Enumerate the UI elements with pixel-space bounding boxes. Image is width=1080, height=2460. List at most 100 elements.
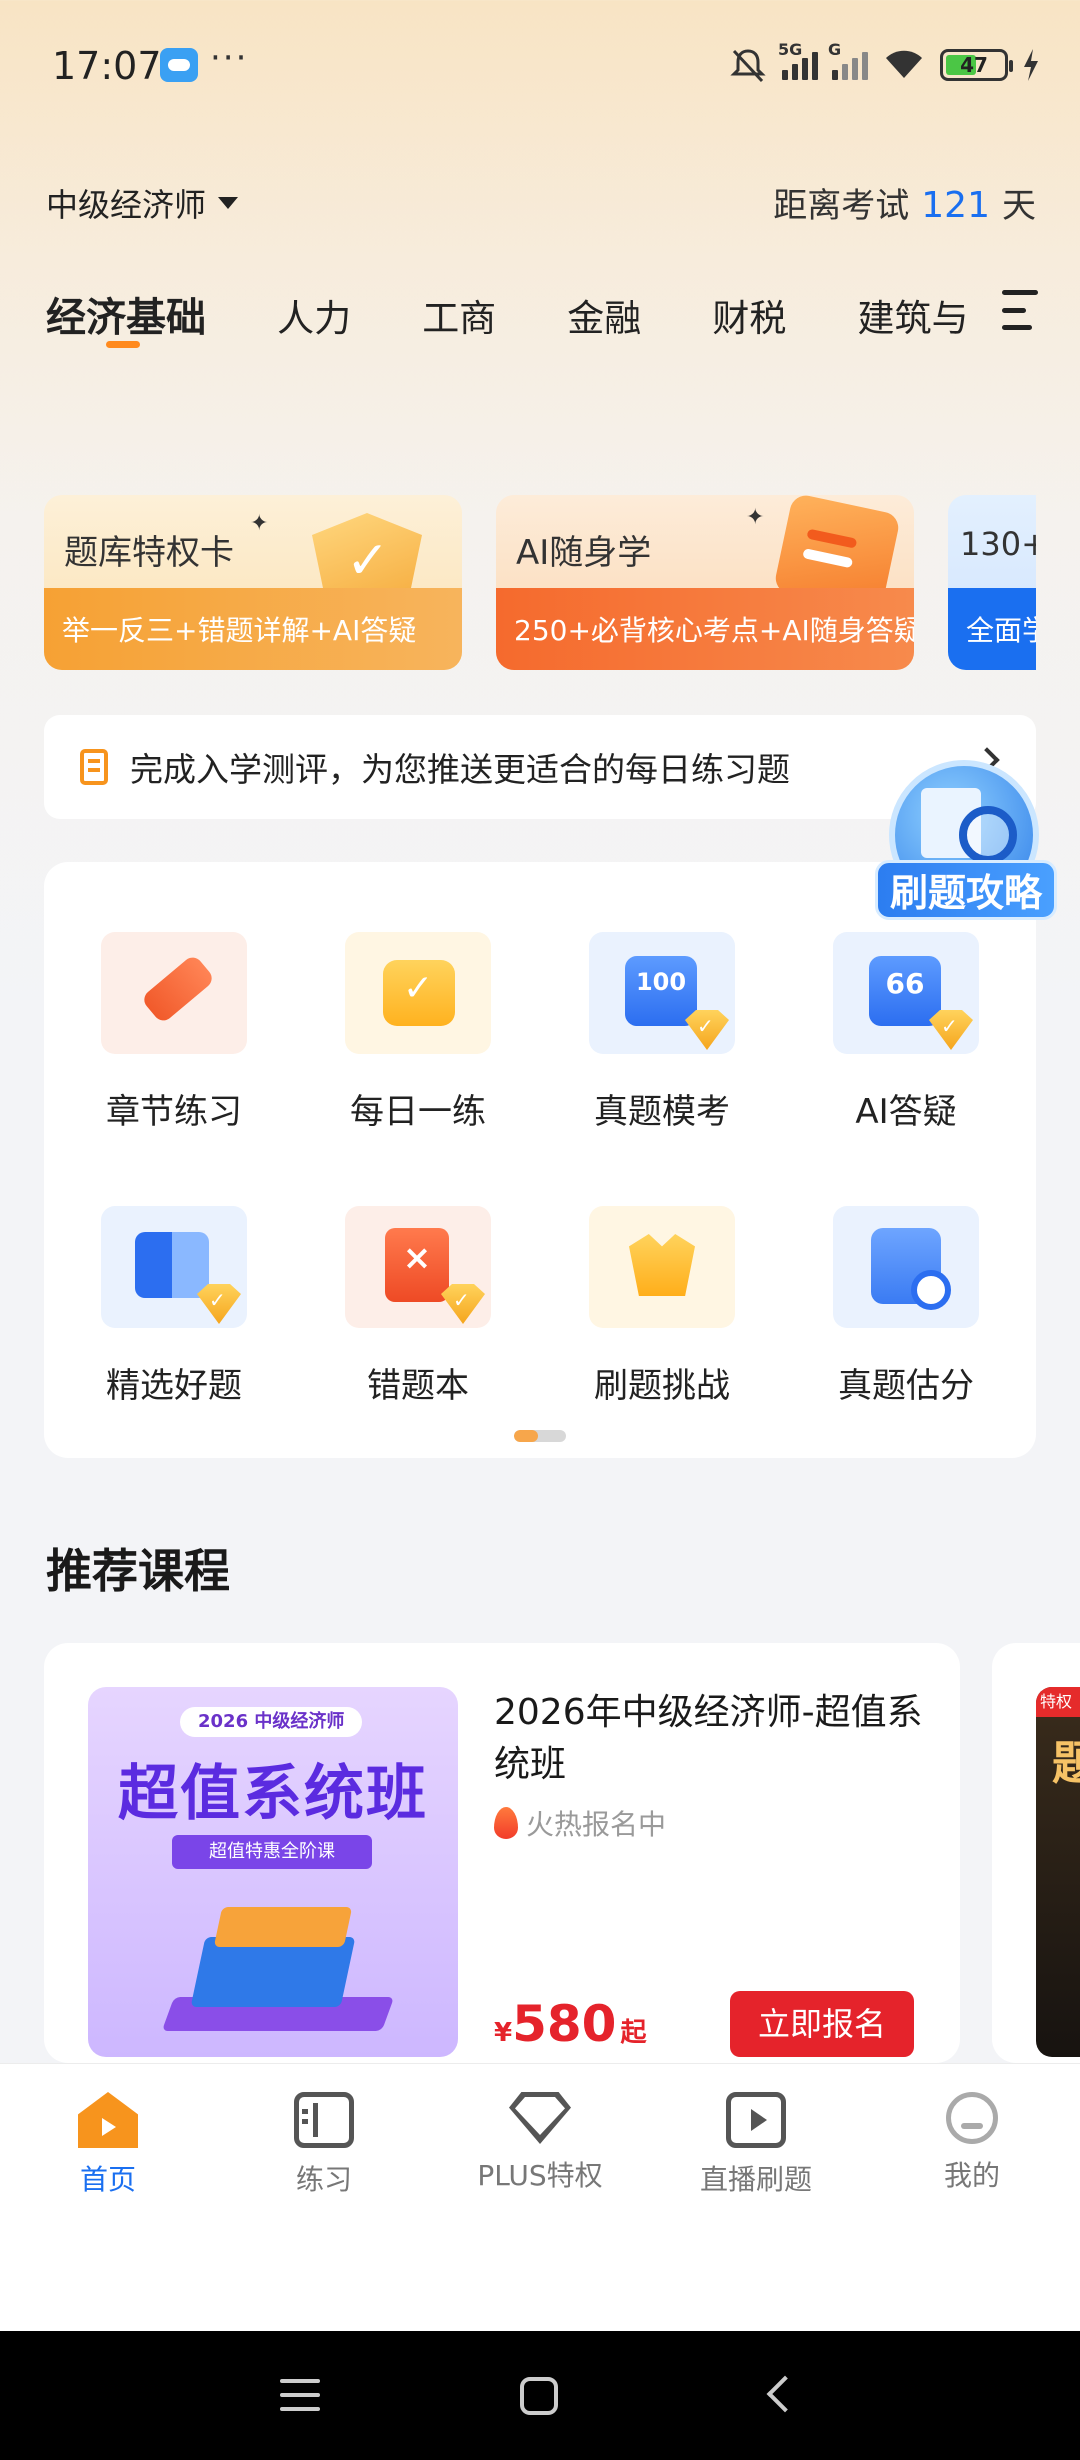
thumb-title: 超值系统班 — [118, 1759, 428, 1829]
tab-economic-basics[interactable]: 经济基础 — [46, 285, 206, 348]
tab-practice[interactable]: 练习 — [224, 2092, 424, 2198]
grid-item-challenge[interactable]: 刷题挑战 — [562, 1206, 762, 1407]
tab-finance[interactable]: 金融 — [567, 288, 641, 342]
enroll-button[interactable]: 立即报名 — [730, 1991, 914, 2057]
ai-qa-icon: 66 — [833, 932, 979, 1054]
exam-selector[interactable]: 中级经济师 — [46, 180, 239, 226]
tab-plus[interactable]: PLUS特权 — [440, 2092, 640, 2194]
grid-item-selected-questions[interactable]: 精选好题 — [74, 1206, 274, 1407]
course-title: 2026年中级经济师-超值系统班 — [494, 1692, 923, 1785]
practice-icon — [294, 2092, 354, 2148]
course-thumbnail: 特权 题 — [1036, 1687, 1080, 2057]
countdown-days: 121 — [921, 185, 990, 226]
battery-icon: 47 — [940, 49, 1013, 81]
checklist-search-icon — [833, 1206, 979, 1328]
live-play-icon — [726, 2092, 786, 2148]
tabs-menu-icon[interactable] — [1002, 290, 1038, 330]
grid-label: 真题模考 — [594, 1092, 730, 1132]
exam-100-icon: 100 — [589, 932, 735, 1054]
banner-title: AI随身学 — [516, 533, 652, 573]
function-grid: 章节练习 每日一练 100 真题模考 66 AI答疑 精选好题 × 错题本 — [44, 862, 1036, 1458]
wrong-book-icon: × — [345, 1206, 491, 1328]
grid-item-mock-exam[interactable]: 100 真题模考 — [562, 932, 762, 1133]
vip-badge-icon — [929, 1010, 973, 1050]
vip-badge-icon — [197, 1284, 241, 1324]
assessment-text: 完成入学测评，为您推送更适合的每日练习题 — [130, 750, 790, 789]
grid-label: 刷题挑战 — [594, 1366, 730, 1406]
vip-badge-icon — [441, 1284, 485, 1324]
recents-icon[interactable] — [280, 2379, 320, 2411]
tab-hr[interactable]: 人力 — [277, 288, 351, 342]
tab-me[interactable]: 我的 — [872, 2092, 1072, 2194]
document-icon — [80, 749, 108, 785]
signal-2-icon: G — [828, 40, 868, 80]
wifi-icon — [886, 50, 922, 78]
tab-tax[interactable]: 财税 — [712, 288, 786, 342]
grid-label: 错题本 — [367, 1366, 469, 1406]
grid-item-chapter-practice[interactable]: 章节练习 — [74, 932, 274, 1133]
banner-title: 130+ — [960, 525, 1036, 563]
status-text: 火热报名中 — [526, 1808, 667, 1841]
sparkle-icon: ✦ — [746, 505, 765, 530]
books-illustration-icon — [161, 1897, 395, 2031]
mute-icon — [730, 49, 766, 83]
status-icons: 5G G 47 — [728, 40, 1040, 88]
home-icon — [78, 2092, 138, 2148]
course-status: 火热报名中 — [494, 1803, 666, 1843]
profile-icon — [946, 2092, 998, 2144]
course-thumbnail: 2026 中级经济师 超值系统班 超值特惠全阶课 — [88, 1687, 458, 2057]
grid-label: 精选好题 — [106, 1366, 242, 1406]
exam-name: 中级经济师 — [46, 186, 207, 224]
signal-icon: 5G — [778, 40, 818, 80]
banner-title: 题库特权卡 — [64, 533, 234, 573]
subject-tabs: 经济基础 人力 工商 金融 财税 建筑与 — [46, 285, 986, 355]
grid-item-daily-practice[interactable]: 每日一练 — [318, 932, 518, 1133]
book-icon — [101, 1206, 247, 1328]
grid-label: AI答疑 — [855, 1092, 957, 1132]
thumb-year: 2026 中级经济师 — [180, 1707, 363, 1737]
back-icon[interactable] — [766, 2375, 804, 2413]
tab-live[interactable]: 直播刷题 — [656, 2092, 856, 2198]
course-card-next[interactable]: 特权 题 — [992, 1643, 1080, 2063]
sparkle-icon: ✦ — [250, 511, 269, 536]
grid-item-score-estimate[interactable]: 真题估分 — [806, 1206, 1006, 1407]
grid-label: 每日一练 — [350, 1092, 486, 1132]
tab-home[interactable]: 首页 — [8, 2092, 208, 2198]
system-nav-bar — [0, 2331, 1080, 2460]
float-label: 刷题攻略 — [875, 860, 1057, 920]
banner-subtitle: 全面学 — [948, 588, 1036, 670]
diamond-icon — [509, 2092, 571, 2144]
grid-item-ai-qa[interactable]: 66 AI答疑 — [806, 932, 1006, 1133]
banner-subtitle: 举一反三+错题详解+AI答疑 — [44, 588, 462, 670]
crown-icon — [589, 1206, 735, 1328]
banner-subtitle: 250+必背核心考点+AI随身答疑 — [496, 588, 914, 670]
grid-item-wrong-book[interactable]: × 错题本 — [318, 1206, 518, 1407]
banner-ai-study[interactable]: ✦ AI随身学 250+必背核心考点+AI随身答疑 — [496, 495, 914, 670]
more-notifications-icon: ··· — [210, 38, 249, 78]
countdown-prefix: 距离考试 — [773, 186, 910, 226]
bottom-tab-bar: 首页 练习 PLUS特权 直播刷题 我的 — [0, 2063, 1080, 2331]
tab-construction[interactable]: 建筑与 — [857, 288, 968, 342]
cloud-icon — [160, 48, 198, 82]
exam-countdown: 距离考试 121 天 — [773, 178, 1036, 227]
grid-pager — [514, 1430, 566, 1442]
flame-icon — [494, 1807, 518, 1839]
course-price: ¥ 580 起 — [494, 1995, 647, 2053]
vip-badge-icon — [685, 1010, 729, 1050]
section-title: 推荐课程 — [46, 1544, 230, 1598]
charging-icon — [1024, 49, 1038, 81]
grid-label: 章节练习 — [106, 1092, 242, 1132]
strategy-float-button[interactable]: 刷题攻略 — [875, 760, 1057, 930]
banner-question-bank-card[interactable]: ✦ 题库特权卡 举一反三+错题详解+AI答疑 — [44, 495, 462, 670]
course-card[interactable]: 2026 中级经济师 超值系统班 超值特惠全阶课 2026年中级经济师-超值系统… — [44, 1643, 960, 2063]
pencil-icon — [101, 932, 247, 1054]
caret-down-icon — [218, 197, 239, 209]
thumb-subtitle: 超值特惠全阶课 — [172, 1835, 372, 1869]
banner-partial[interactable]: 130+ 全面学 — [948, 495, 1036, 670]
status-time: 17:07 — [52, 44, 162, 88]
tab-business[interactable]: 工商 — [422, 288, 496, 342]
grid-label: 真题估分 — [838, 1366, 974, 1406]
calendar-check-icon — [345, 932, 491, 1054]
home-button-icon[interactable] — [520, 2377, 558, 2415]
countdown-suffix: 天 — [1002, 186, 1036, 226]
